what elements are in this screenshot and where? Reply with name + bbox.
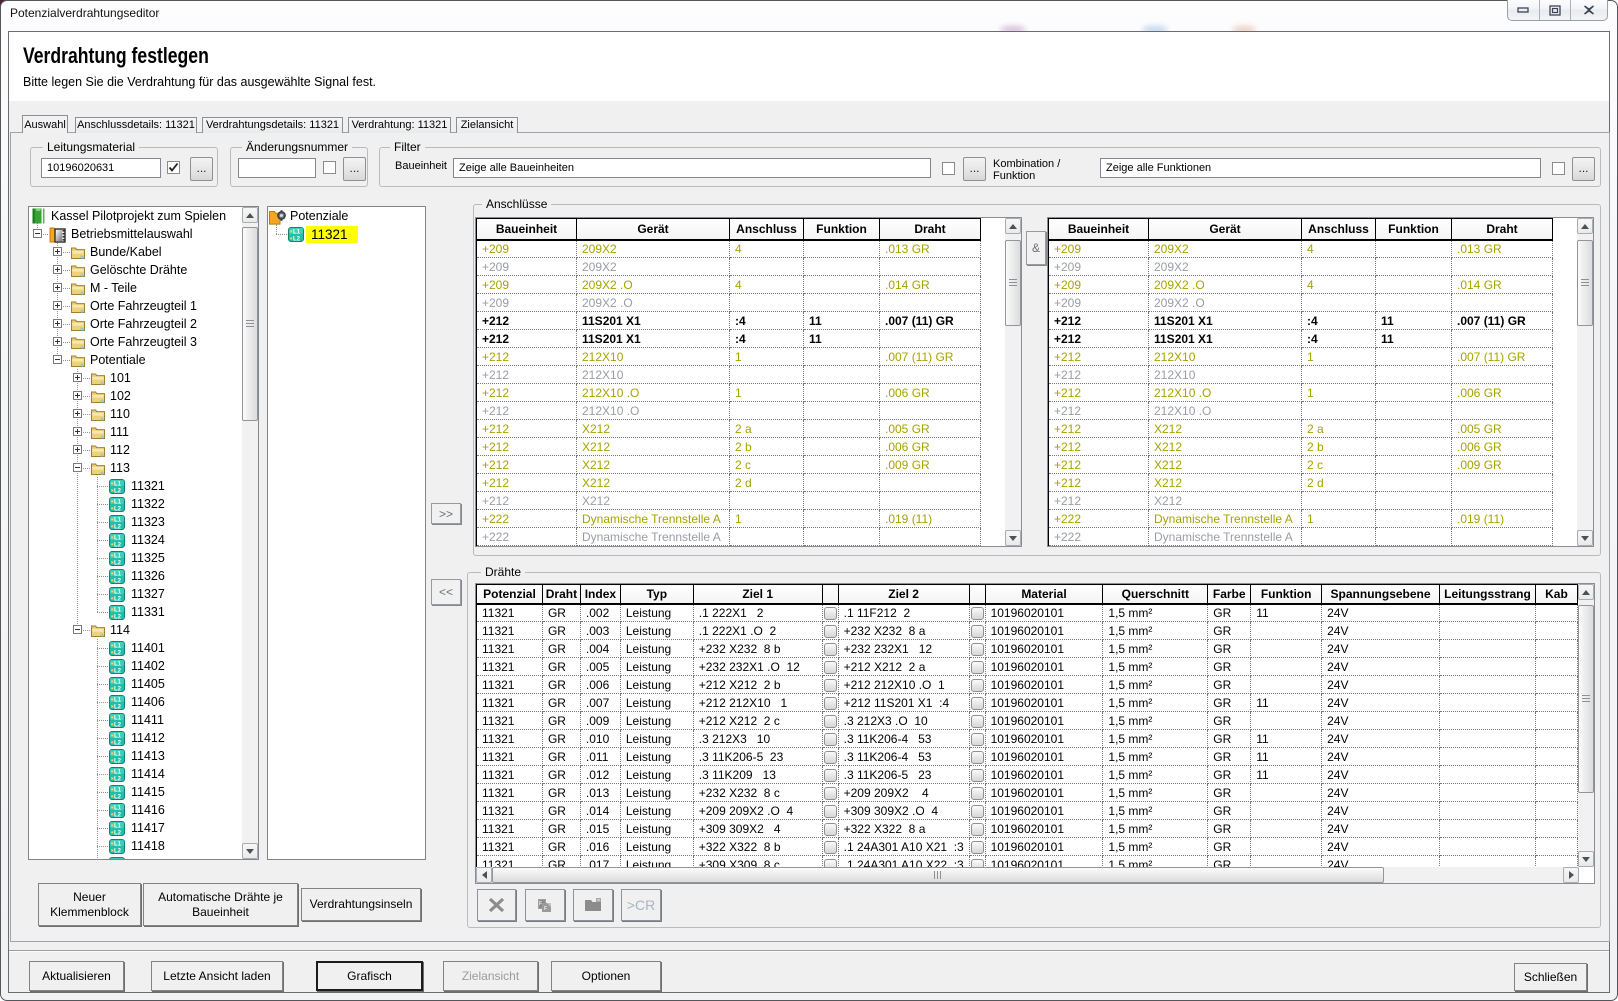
svg-text:L2: L2 — [114, 830, 122, 836]
svg-text:L1: L1 — [114, 697, 122, 703]
svg-text:L1: L1 — [114, 535, 122, 541]
svg-text:L2: L2 — [114, 758, 122, 764]
svg-text:L1: L1 — [114, 769, 122, 775]
svg-text:L1: L1 — [114, 571, 122, 577]
svg-text:L1: L1 — [114, 841, 122, 847]
svg-text:F: F — [544, 906, 547, 912]
svg-text:L2: L2 — [114, 812, 122, 818]
svg-text:L2: L2 — [114, 578, 122, 584]
svg-text:L2: L2 — [114, 722, 122, 728]
svg-text:L1: L1 — [114, 805, 122, 811]
svg-text:L1: L1 — [114, 643, 122, 649]
svg-text:L1: L1 — [114, 481, 122, 487]
svg-text:L1: L1 — [114, 661, 122, 667]
svg-text:L1: L1 — [114, 823, 122, 829]
svg-text:F: F — [539, 901, 542, 907]
svg-text:L2: L2 — [114, 488, 122, 494]
svg-text:L2: L2 — [293, 236, 301, 242]
svg-text:L1: L1 — [114, 751, 122, 757]
svg-text:L2: L2 — [114, 704, 122, 710]
svg-text:L2: L2 — [114, 776, 122, 782]
svg-text:L2: L2 — [114, 560, 122, 566]
svg-text:L2: L2 — [114, 794, 122, 800]
svg-text:L1: L1 — [114, 589, 122, 595]
svg-text:L1: L1 — [114, 733, 122, 739]
svg-text:L2: L2 — [114, 524, 122, 530]
svg-text:L1: L1 — [114, 715, 122, 721]
svg-text:L2: L2 — [114, 506, 122, 512]
svg-text:L1: L1 — [114, 607, 122, 613]
svg-text:L1: L1 — [114, 859, 122, 860]
svg-text:L1: L1 — [114, 517, 122, 523]
svg-text:L1: L1 — [114, 553, 122, 559]
svg-text:L1: L1 — [114, 787, 122, 793]
svg-text:L1: L1 — [114, 679, 122, 685]
svg-text:L2: L2 — [114, 686, 122, 692]
svg-text:L2: L2 — [114, 668, 122, 674]
svg-text:L1: L1 — [114, 499, 122, 505]
svg-text:L2: L2 — [114, 740, 122, 746]
svg-text:L1: L1 — [293, 229, 301, 235]
svg-text:L2: L2 — [114, 650, 122, 656]
svg-text:L2: L2 — [114, 848, 122, 854]
svg-text:L2: L2 — [114, 542, 122, 548]
svg-text:L2: L2 — [114, 614, 122, 620]
svg-text:L2: L2 — [114, 596, 122, 602]
